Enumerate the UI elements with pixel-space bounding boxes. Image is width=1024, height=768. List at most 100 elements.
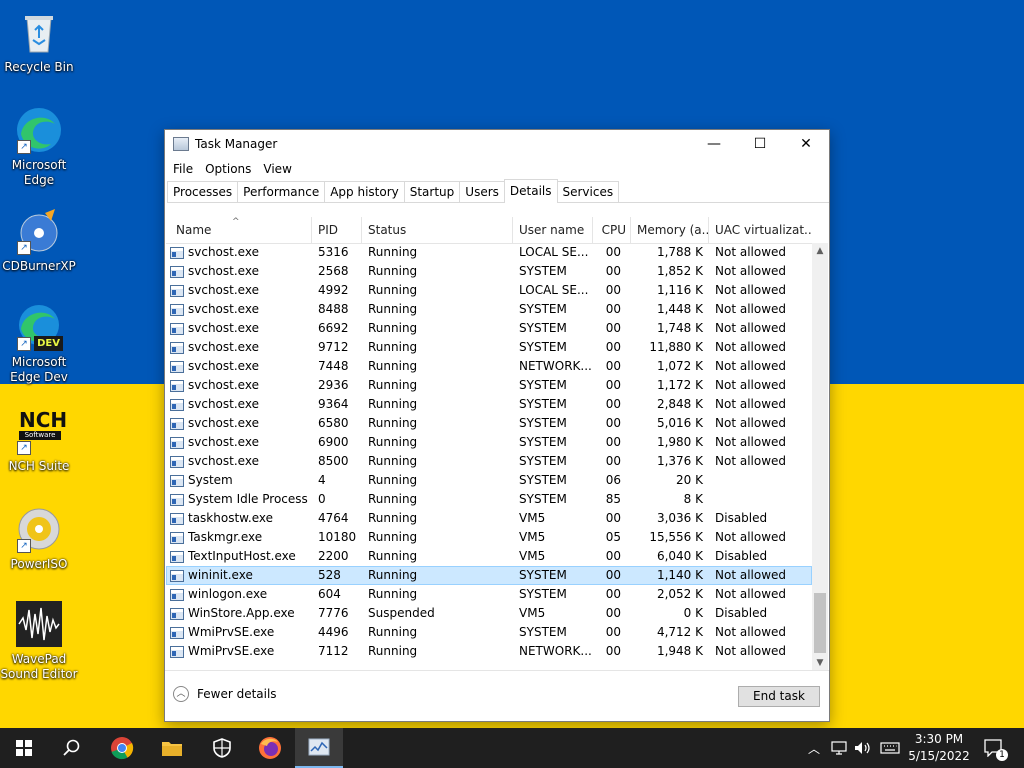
table-row[interactable]: Taskmgr.exe 10180 Running VM5 05 15,556 K Not … <box>166 528 812 547</box>
keyboard-icon[interactable] <box>877 728 903 768</box>
menu-options[interactable]: Options <box>199 162 257 176</box>
cell-cpu: 06 <box>605 473 621 487</box>
tab-details[interactable]: Details <box>503 179 558 203</box>
cell-cpu: 00 <box>605 416 621 430</box>
cell-mem: 11,880 K <box>649 340 703 354</box>
clock[interactable]: 3:30 PM 5/15/2022 <box>906 731 972 765</box>
show-hidden-icons-button[interactable]: ︿ <box>804 728 824 768</box>
shortcut-arrow-icon: ↗ <box>17 241 31 255</box>
cell-name: TextInputHost.exe <box>166 547 312 566</box>
process-icon <box>170 493 184 506</box>
cell-mem: 8 K <box>683 492 703 506</box>
process-name: svchost.exe <box>188 397 259 411</box>
tab-users[interactable]: Users <box>459 181 505 202</box>
cell-uac <box>709 471 812 490</box>
cell-status: Running <box>368 340 418 354</box>
table-row[interactable]: WinStore.App.exe 7776 Suspended VM5 00 0 K Dis… <box>166 604 812 623</box>
table-row[interactable]: svchost.exe 5316 Running LOCAL SE... 00 1,788… <box>166 243 812 262</box>
table-row[interactable]: taskhostw.exe 4764 Running VM5 00 3,036 K Disa… <box>166 509 812 528</box>
cell-pid: 528 <box>318 568 341 582</box>
wavepad-icon <box>15 600 63 648</box>
column-header-name[interactable]: ^ Name <box>166 217 312 243</box>
desktop-icon-microsoft-edge[interactable]: ↗ Microsoft Edge <box>0 106 78 188</box>
column-header-status[interactable]: Status <box>362 217 513 243</box>
cell-uac: Not allowed <box>715 644 787 658</box>
tab-startup[interactable]: Startup <box>403 181 461 202</box>
cell-user: VM5 <box>519 549 546 563</box>
cell-uac: Not allowed <box>715 454 787 468</box>
table-row[interactable]: svchost.exe 2568 Running SYSTEM 00 1,852 K Not… <box>166 262 812 281</box>
table-row[interactable]: WmiPrvSE.exe 7112 Running NETWORK... 00 1,948… <box>166 642 812 661</box>
column-header-uac-virtualization[interactable]: UAC virtualizat... <box>709 217 812 243</box>
cell-cpu: 00 <box>605 321 621 335</box>
scroll-down-arrow-icon[interactable]: ▼ <box>812 655 828 671</box>
desktop-icon-nch-suite[interactable]: NCH Software ↗ NCH Suite <box>0 407 78 474</box>
desktop-icon-recycle-bin[interactable]: Recycle Bin <box>0 8 78 75</box>
tab-app-history[interactable]: App history <box>324 181 405 202</box>
process-icon <box>170 265 184 278</box>
shield-icon <box>213 738 231 758</box>
desktop-icon-wavepad[interactable]: WavePad Sound Editor <box>0 600 78 682</box>
close-button[interactable]: ✕ <box>783 130 829 158</box>
details-table: ^ Name PID Status User name CPU Memory (… <box>166 217 828 671</box>
menu-file[interactable]: File <box>167 162 199 176</box>
table-row[interactable]: svchost.exe 9364 Running SYSTEM 00 2,848 K Not… <box>166 395 812 414</box>
scroll-thumb[interactable] <box>814 593 826 653</box>
table-row[interactable]: svchost.exe 4992 Running LOCAL SE... 00 1,116… <box>166 281 812 300</box>
fewer-details-button[interactable]: ︿ Fewer details <box>173 686 277 702</box>
table-row[interactable]: System 4 Running SYSTEM 06 20 K <box>166 471 812 490</box>
tab-processes[interactable]: Processes <box>167 181 239 202</box>
table-row[interactable]: svchost.exe 6580 Running SYSTEM 00 5,016 K Not… <box>166 414 812 433</box>
taskbar-task-manager[interactable] <box>295 728 343 768</box>
vertical-scrollbar[interactable]: ▲ ▼ <box>812 243 828 671</box>
volume-icon[interactable] <box>852 728 874 768</box>
search-button[interactable] <box>48 728 96 768</box>
table-row[interactable]: svchost.exe 2936 Running SYSTEM 00 1,172 K Not… <box>166 376 812 395</box>
taskbar-chrome[interactable] <box>98 728 146 768</box>
maximize-button[interactable]: ☐ <box>737 130 783 158</box>
table-row[interactable]: svchost.exe 9712 Running SYSTEM 00 11,880 K No… <box>166 338 812 357</box>
taskbar-windows-security[interactable] <box>198 728 246 768</box>
table-row[interactable]: WmiPrvSE.exe 4496 Running SYSTEM 00 4,712 K No… <box>166 623 812 642</box>
column-header-pid[interactable]: PID <box>312 217 362 243</box>
cell-cpu: 00 <box>605 644 621 658</box>
process-icon <box>170 322 184 335</box>
table-row[interactable]: svchost.exe 6900 Running SYSTEM 00 1,980 K Not… <box>166 433 812 452</box>
table-row[interactable]: svchost.exe 7448 Running NETWORK... 00 1,072 … <box>166 357 812 376</box>
end-task-button[interactable]: End task <box>738 686 820 707</box>
start-button[interactable] <box>0 728 48 768</box>
table-row[interactable]: svchost.exe 8500 Running SYSTEM 00 1,376 K Not… <box>166 452 812 471</box>
cell-mem: 1,748 K <box>656 321 703 335</box>
desktop-icon-cdburnerxp[interactable]: ↗ CDBurnerXP <box>0 207 78 274</box>
process-name: svchost.exe <box>188 454 259 468</box>
cell-name: svchost.exe <box>166 338 312 357</box>
tab-services[interactable]: Services <box>556 181 620 202</box>
column-header-user-name[interactable]: User name <box>513 217 593 243</box>
desktop-icon-poweriso[interactable]: ↗ PowerISO <box>0 505 78 572</box>
desktop-icon-microsoft-edge-dev[interactable]: DEV ↗ Microsoft Edge Dev <box>0 303 78 385</box>
cell-cpu: 00 <box>605 397 621 411</box>
table-row[interactable]: TextInputHost.exe 2200 Running VM5 00 6,040 K… <box>166 547 812 566</box>
table-row[interactable]: winlogon.exe 604 Running SYSTEM 00 2,052 K Not… <box>166 585 812 604</box>
minimize-button[interactable]: — <box>691 130 737 158</box>
network-icon[interactable] <box>829 728 849 768</box>
tab-performance[interactable]: Performance <box>237 181 326 202</box>
table-row[interactable]: System Idle Process 0 Running SYSTEM 85 8 K <box>166 490 812 509</box>
table-row[interactable]: svchost.exe 6692 Running SYSTEM 00 1,748 K Not… <box>166 319 812 338</box>
table-row[interactable]: wininit.exe 528 Running SYSTEM 00 1,140 K Not … <box>166 566 812 585</box>
cell-pid: 4 <box>318 473 326 487</box>
cell-name: svchost.exe <box>166 395 312 414</box>
title-bar[interactable]: Task Manager — ☐ ✕ <box>165 130 829 158</box>
table-row[interactable]: svchost.exe 8488 Running SYSTEM 00 1,448 K Not… <box>166 300 812 319</box>
taskbar-firefox[interactable] <box>246 728 294 768</box>
cell-uac: Not allowed <box>715 587 787 601</box>
taskbar-file-explorer[interactable] <box>148 728 196 768</box>
column-header-cpu[interactable]: CPU <box>593 217 631 243</box>
cell-cpu: 00 <box>605 549 621 563</box>
menu-view[interactable]: View <box>257 162 297 176</box>
notification-center-button[interactable]: 1 <box>982 728 1008 768</box>
column-header-memory[interactable]: Memory (a... <box>631 217 709 243</box>
process-icon <box>170 417 184 430</box>
scroll-up-arrow-icon[interactable]: ▲ <box>812 243 828 259</box>
cell-user: VM5 <box>519 511 546 525</box>
